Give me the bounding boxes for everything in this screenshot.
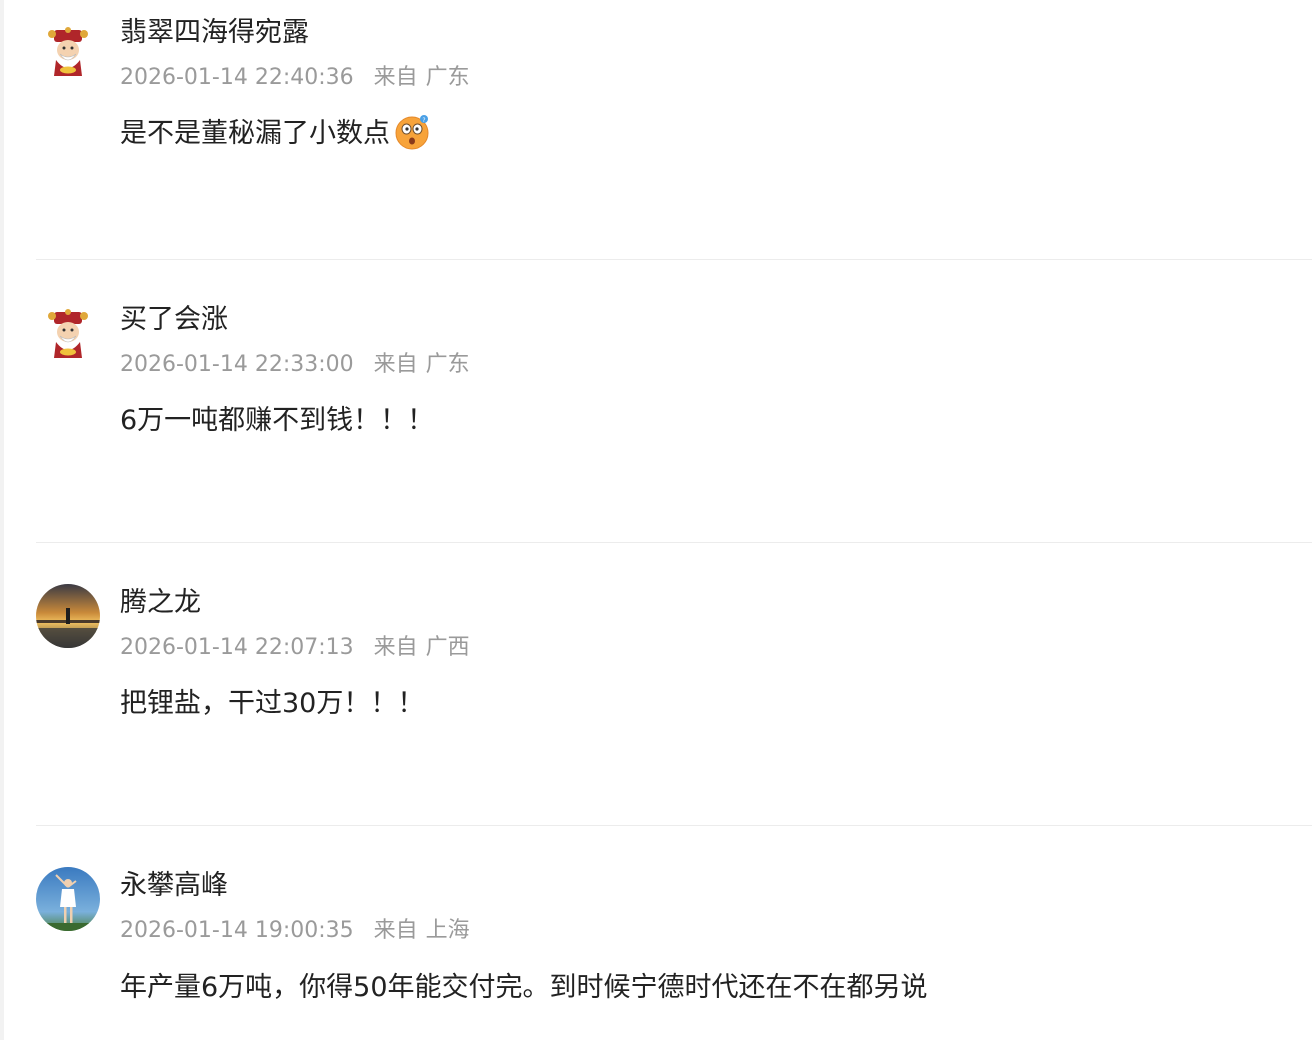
comment-list: 翡翠四海得宛露 2026-01-14 22:40:36 来自 广东 是不是董秘漏了小… xyxy=(0,0,1312,1040)
avatar-fortune-god[interactable] xyxy=(36,20,100,84)
comment-content: 年产量6万吨，你得50年能交付完。到时候宁德时代还在不在都另说 xyxy=(120,970,928,1006)
comment-location: 广东 xyxy=(425,65,470,90)
comment-username[interactable]: 永攀高峰 xyxy=(120,869,228,903)
astonished-face-emoji-icon: ? xyxy=(395,114,429,149)
comment-text: 6万一吨都赚不到钱！！！ xyxy=(120,405,435,436)
comment-item: 翡翠四海得宛露 2026-01-14 22:40:36 来自 广东 是不是董秘漏了小… xyxy=(0,0,1312,260)
svg-text:?: ? xyxy=(422,117,425,124)
fortune-god-icon xyxy=(36,20,100,84)
location-prefix: 来自 xyxy=(373,635,418,660)
comment-username[interactable]: 翡翠四海得宛露 xyxy=(120,16,309,50)
avatar-person-sky[interactable] xyxy=(36,867,100,931)
location-prefix: 来自 xyxy=(373,352,418,377)
comment-meta: 2026-01-14 19:00:35 来自 上海 xyxy=(120,917,470,945)
comment-meta: 2026-01-14 22:40:36 来自 广东 xyxy=(120,64,470,92)
comment-item: 永攀高峰 2026-01-14 19:00:35 来自 上海 年产量6万吨，你得50… xyxy=(0,826,1312,1040)
comment-time: 2026-01-14 22:07:13 xyxy=(120,635,354,660)
comment-text: 把锂盐，干过30万！！！ xyxy=(120,688,425,719)
comment-text: 是不是董秘漏了小数点 xyxy=(120,118,390,149)
fortune-god-icon xyxy=(36,302,100,366)
comment-time: 2026-01-14 19:00:35 xyxy=(120,918,354,943)
comment-time: 2026-01-14 22:40:36 xyxy=(120,65,354,90)
comment-location: 上海 xyxy=(425,918,470,943)
avatar-sunset-landscape[interactable] xyxy=(36,584,100,648)
comment-text: 年产量6万吨，你得50年能交付完。到时候宁德时代还在不在都另说 xyxy=(120,972,928,1003)
comment-content: 是不是董秘漏了小数点 ? xyxy=(120,114,430,152)
comment-username[interactable]: 腾之龙 xyxy=(120,586,201,620)
comment-item: 买了会涨 2026-01-14 22:33:00 来自 广东 6万一吨都赚不到钱！！… xyxy=(0,260,1312,543)
sunset-landscape-icon xyxy=(36,584,100,648)
avatar-fortune-god[interactable] xyxy=(36,302,100,366)
location-prefix: 来自 xyxy=(373,65,418,90)
comment-meta: 2026-01-14 22:33:00 来自 广东 xyxy=(120,351,470,379)
person-sky-icon xyxy=(36,867,100,931)
comment-username[interactable]: 买了会涨 xyxy=(120,303,228,337)
location-prefix: 来自 xyxy=(373,918,418,943)
comment-time: 2026-01-14 22:33:00 xyxy=(120,352,354,377)
comment-location: 广西 xyxy=(425,635,470,660)
comment-meta: 2026-01-14 22:07:13 来自 广西 xyxy=(120,634,470,662)
comment-item: 腾之龙 2026-01-14 22:07:13 来自 广西 把锂盐，干过30万！！！ xyxy=(0,543,1312,826)
comment-content: 把锂盐，干过30万！！！ xyxy=(120,686,424,722)
comment-content: 6万一吨都赚不到钱！！！ xyxy=(120,403,434,439)
comment-location: 广东 xyxy=(425,352,470,377)
